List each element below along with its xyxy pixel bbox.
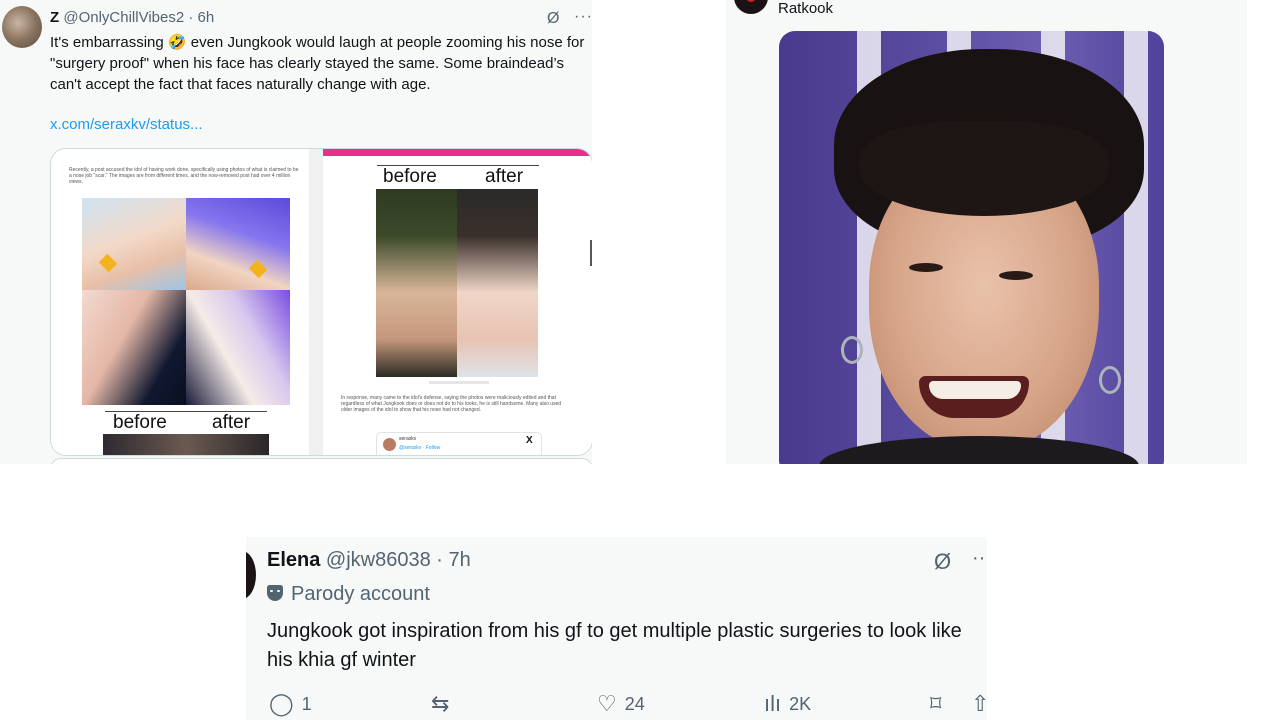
display-name[interactable]: Ratkook [778,0,833,17]
reply-icon: ◯ [269,691,294,716]
tweet-text: Jungkook got inspiration from his gf to … [267,620,962,671]
left-eye [909,263,943,272]
separator: · [436,549,443,571]
after-photo [457,189,538,377]
bookmark-icon: ⌑ [930,691,942,716]
timestamp[interactable]: 6h [198,9,215,26]
after-label: after [212,412,251,433]
view-count: 2K [789,693,812,714]
embed-name: seraxkv [399,436,417,442]
embedded-post: seraxkv @seraxkv · Follow X [376,432,542,455]
bookmark-button[interactable]: ⌑ [930,691,941,717]
earring [1099,366,1121,394]
display-name[interactable]: Elena [267,549,320,571]
right-eye [999,271,1033,280]
before-photo [376,189,457,377]
article-screenshot-left: Recently, a post accused the idol of hav… [51,149,309,455]
parody-label-text: Parody account [291,583,430,605]
tweet-header: Z @OnlyChillVibes2 · 6h [50,9,214,26]
tweet-link[interactable]: x.com/seraxkv/status... [50,116,203,133]
next-card-edge [50,458,592,464]
nose-photo-2 [186,198,290,290]
retweet-icon: ⇆ [431,691,450,716]
scrollbar-thumb[interactable] [590,240,592,266]
quoted-media-card[interactable]: Recently, a post accused the idol of hav… [50,148,592,456]
heart-icon: ♡ [597,691,617,716]
timestamp[interactable]: 7h [449,549,471,571]
article-screenshot-right: before after In response, many came to t… [323,149,592,455]
before-label: before [113,412,167,433]
like-button[interactable]: ♡ 24 [597,691,645,717]
display-name[interactable]: Z [50,9,59,26]
reply-button[interactable]: ◯ 1 [269,691,312,717]
separator: · [188,9,194,26]
views-icon: ılı [764,691,782,716]
before-after-label: before after [105,411,267,433]
tweet-header: Elena @jkw86038 · 7h [267,549,471,572]
tweet-ratkook[interactable]: Ratkook [726,0,1247,464]
nose-photo-4 [186,290,290,405]
fringe [859,121,1109,216]
earring [841,336,863,364]
share-button[interactable]: ⇧ [971,691,987,717]
article-paragraph: In response, many came to the idol's def… [341,395,562,413]
smile [929,381,1021,399]
article-paragraph: Recently, a post accused the idol of hav… [69,167,299,185]
tweet-text: It's embarrassing 🤣 even Jungkook would … [50,34,585,93]
backdrop-stripe [1124,31,1148,464]
tweet-onlychillvibes[interactable]: Z @OnlyChillVibes2 · 6h Ø ··· It's embar… [0,0,592,464]
before-label: before [383,166,437,187]
site-header-bar [323,149,592,156]
x-logo-icon: X [526,435,533,446]
like-count: 24 [624,693,645,714]
embed-avatar [383,438,396,451]
nose-photo-1 [82,198,186,290]
parody-mask-icon [267,585,283,601]
tweet-elena[interactable]: Elena @jkw86038 · 7h Ø ·· Parody account… [246,537,987,720]
tweet-photo[interactable] [779,31,1164,464]
more-options-icon[interactable]: ·· [972,547,985,570]
photo-strip [103,434,269,455]
nose-photo-3 [82,290,186,405]
panel-divider [309,149,323,455]
views-button[interactable]: ılı 2K [764,691,811,717]
parody-label: Parody account [267,583,430,606]
user-handle[interactable]: @OnlyChillVibes2 [63,9,184,26]
after-label: after [485,166,524,187]
avatar[interactable] [246,551,256,599]
share-icon: ⇧ [971,691,987,716]
embed-follow: @seraxkv · Follow [399,445,441,451]
retweet-button[interactable]: ⇆ [431,691,449,717]
avatar[interactable] [2,6,42,48]
reply-count: 1 [301,693,312,714]
grok-icon[interactable]: Ø [934,549,951,575]
more-options-icon[interactable]: ··· [574,8,592,26]
user-handle[interactable]: @jkw86038 [326,549,431,571]
photo-caption [429,381,489,384]
avatar[interactable] [734,0,768,14]
before-after-label: before after [377,165,539,187]
grok-icon[interactable]: Ø [547,10,559,28]
